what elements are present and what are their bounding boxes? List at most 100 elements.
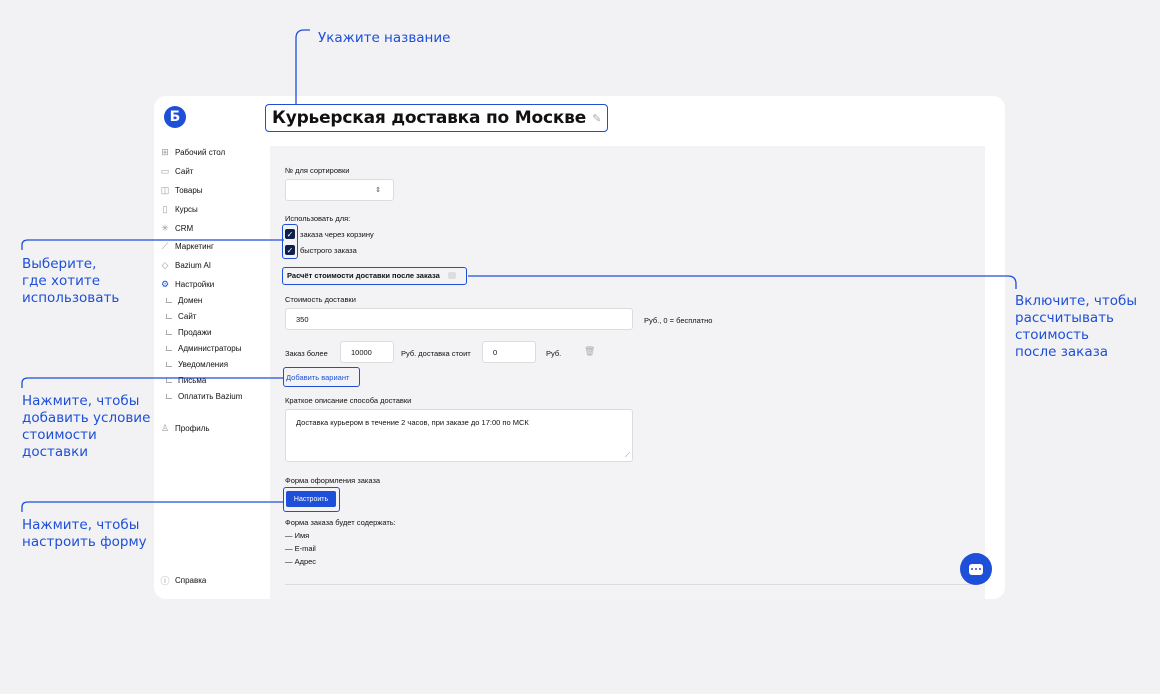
annotation-line: стоимость: [1015, 327, 1090, 343]
sidebar-subitem-label: Администраторы: [178, 343, 242, 353]
calc-after-label: Расчёт стоимости доставки после заказа: [287, 271, 440, 280]
annotation-line: рассчитывать: [1015, 310, 1115, 326]
subitem-connector: [166, 313, 172, 319]
sidebar-item-label: Сайт: [175, 166, 194, 176]
sidebar-item-profile[interactable]: ♙ Профиль: [160, 420, 210, 436]
annotation-line: Выберите,: [22, 256, 97, 272]
site-icon: ▭: [160, 165, 170, 176]
annotation-line: после заказа: [1015, 344, 1109, 360]
sidebar-subitem-letters[interactable]: Письма: [166, 372, 206, 388]
order-more-label: Заказ более: [285, 349, 328, 358]
field-address: — Адрес: [285, 557, 317, 566]
will-contain-label: Форма заказа будет содержать:: [285, 518, 396, 527]
condition-cost-label: Руб. доставка стоит: [401, 349, 471, 358]
sidebar-item-label: Рабочий стол: [175, 147, 226, 157]
sidebar-item-label: Справка: [175, 575, 207, 585]
annotation-configure: Нажмите, чтобы настроить форму: [22, 517, 147, 551]
sidebar-subitem-label: Домен: [178, 295, 203, 305]
dashboard-icon: ⊞: [161, 146, 169, 157]
condition-cost-input[interactable]: 0: [482, 341, 536, 363]
gear-icon: ⚙: [160, 278, 170, 289]
configure-button[interactable]: Настроить: [286, 491, 336, 507]
sidebar-item-label: Курсы: [175, 204, 198, 214]
resize-handle-icon[interactable]: ⟋: [625, 452, 630, 460]
sidebar-item-site[interactable]: ▭ Сайт: [160, 163, 194, 179]
sidebar-item-products[interactable]: ◫ Товары: [160, 182, 203, 198]
field-name: — Имя: [285, 531, 310, 540]
sidebar-subitem-admins[interactable]: Администраторы: [166, 340, 241, 356]
annotation-line: Включите, чтобы: [1015, 293, 1137, 309]
subitem-connector: [166, 377, 172, 383]
stepper-icon[interactable]: ⇕: [375, 186, 381, 194]
main-content: № для сортировки ⇕ Использовать для: ✓ з…: [270, 146, 985, 599]
sidebar-subitem-label: Сайт: [178, 311, 197, 321]
sidebar-item-courses[interactable]: ▯ Курсы: [160, 201, 198, 217]
calc-after-toggle[interactable]: [448, 272, 456, 279]
subitem-connector: [166, 393, 172, 399]
order-more-input[interactable]: 10000: [340, 341, 394, 363]
sidebar-subitem-notifications[interactable]: Уведомления: [166, 356, 228, 372]
book-icon: ▯: [162, 203, 168, 214]
sidebar-item-marketing[interactable]: ⟋ Маркетинг: [160, 238, 214, 254]
connector-name: [295, 29, 310, 104]
subitem-connector: [166, 297, 172, 303]
trash-icon[interactable]: 🗑: [584, 346, 595, 357]
title-field[interactable]: Курьерская доставка по Москве ✎: [265, 104, 609, 132]
bag-icon: ◫: [160, 184, 170, 195]
sort-label: № для сортировки: [285, 166, 350, 175]
sidebar-item-label: Bazium AI: [175, 260, 212, 270]
sidebar-subitem-label: Уведомления: [178, 359, 229, 369]
annotation-use-for: Выберите, где хотите использовать: [22, 256, 119, 307]
add-variant-link[interactable]: Добавить вариант: [286, 373, 349, 382]
order-form-label: Форма оформления заказа: [285, 476, 381, 485]
condition-suffix: Руб.: [546, 349, 562, 358]
quick-order-label: быстрого заказа: [300, 246, 357, 255]
description-label: Краткое описание способа доставки: [285, 396, 412, 405]
order-more-value: 10000: [351, 347, 372, 357]
annotation-line: Нажмите, чтобы: [22, 517, 140, 533]
sidebar-item-help[interactable]: ⓘ Справка: [160, 572, 206, 588]
description-textarea[interactable]: Доставка курьером в течение 2 часов, при…: [285, 409, 633, 462]
crm-icon: ✳: [161, 222, 169, 233]
cart-order-label: заказа через корзину: [300, 230, 374, 239]
condition-cost-value: 0: [493, 347, 498, 357]
field-email: — E-mail: [285, 544, 316, 553]
description-value: Доставка курьером в течение 2 часов, при…: [296, 418, 529, 427]
checkbox-cart-order[interactable]: ✓: [285, 229, 295, 239]
sidebar-subitem-pay[interactable]: Оплатить Bazium: [166, 388, 242, 404]
sidebar-item-settings[interactable]: ⚙ Настройки: [160, 276, 214, 292]
app-window: Б Курьерская доставка по Москве ✎ ⊞ Рабоч…: [154, 96, 1005, 599]
pencil-icon[interactable]: ✎: [592, 112, 601, 125]
sidebar-item-label: Профиль: [175, 423, 210, 433]
annotation-line: Нажмите, чтобы: [22, 393, 140, 409]
annotation-line: где хотите: [22, 273, 101, 289]
sidebar-subitem-site[interactable]: Сайт: [166, 308, 196, 324]
user-icon: ♙: [160, 422, 170, 433]
annotation-line: доставки: [22, 444, 89, 460]
subitem-connector: [166, 361, 172, 367]
sort-input[interactable]: ⇕: [285, 179, 394, 201]
sidebar-item-bazium-ai[interactable]: ◇ Bazium AI: [160, 257, 211, 273]
sidebar-subitem-label: Оплатить Bazium: [178, 391, 243, 401]
sidebar-item-crm[interactable]: ✳ CRM: [160, 220, 193, 236]
annotation-line: добавить условие: [22, 410, 151, 426]
delivery-cost-suffix: Руб., 0 = бесплатно: [644, 316, 713, 325]
annotation-add-condition: Нажмите, чтобы добавить условие стоимост…: [22, 393, 150, 461]
sidebar-item-label: Товары: [175, 185, 203, 195]
delivery-cost-input[interactable]: 350: [285, 308, 633, 330]
sidebar-item-label: Маркетинг: [175, 241, 214, 251]
annotation-line: использовать: [22, 290, 120, 306]
ai-icon: ◇: [161, 259, 169, 270]
subitem-connector: [166, 329, 172, 335]
sidebar-item-dashboard[interactable]: ⊞ Рабочий стол: [160, 144, 225, 160]
logo[interactable]: Б: [164, 106, 186, 128]
sidebar-subitem-domain[interactable]: Домен: [166, 292, 202, 308]
sidebar-item-label: Настройки: [175, 279, 215, 289]
sidebar-subitem-sales[interactable]: Продажи: [166, 324, 211, 340]
chat-icon: [969, 563, 983, 575]
checkbox-quick-order[interactable]: ✓: [285, 245, 295, 255]
delivery-cost-value: 350: [296, 314, 309, 324]
sidebar-subitem-label: Письма: [178, 375, 207, 385]
check-icon: ✓: [286, 229, 294, 239]
chat-button[interactable]: [960, 553, 992, 585]
